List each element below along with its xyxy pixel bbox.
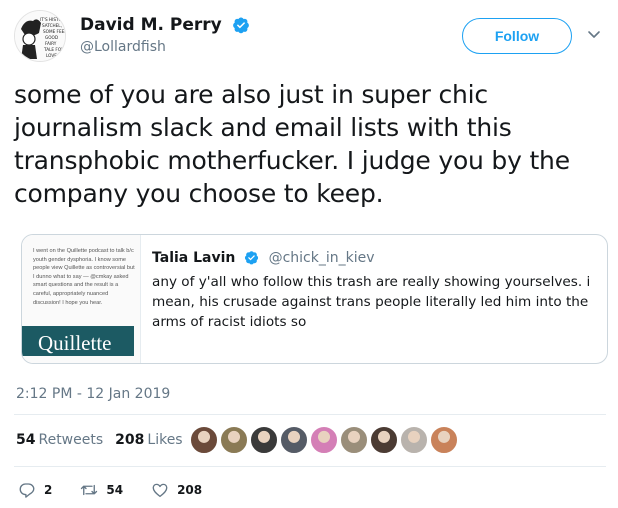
tweet-stats: 54 Retweets 208 Likes <box>16 426 195 454</box>
quoted-author-handle: @chick_in_kiev <box>268 249 375 266</box>
reply-icon[interactable] <box>18 481 36 499</box>
quoted-tweet-body: Talia Lavin @chick_in_kiev any of y'all … <box>152 247 592 332</box>
liker-avatar[interactable] <box>280 426 308 454</box>
retweets-stat[interactable]: 54 Retweets <box>16 432 103 448</box>
likes-count: 208 <box>115 432 145 448</box>
reply-count: 2 <box>44 483 53 497</box>
author-display-name[interactable]: David M. Perry <box>80 15 222 35</box>
media-caption-text: I went on the Quillette podcast to talk … <box>33 248 135 306</box>
retweet-action[interactable]: 54 <box>80 481 123 499</box>
author-handle[interactable]: @Lollardfish <box>80 39 250 55</box>
likes-stat[interactable]: 208 Likes <box>115 432 182 448</box>
retweets-count: 54 <box>16 432 36 448</box>
quoted-tweet-media[interactable]: I went on the Quillette podcast to talk … <box>22 235 141 363</box>
liker-avatar[interactable] <box>340 426 368 454</box>
liker-avatar[interactable] <box>400 426 428 454</box>
avatar-illustration: IT'S HISTORY SATCHEL, NOT SOME FEEL GOOD… <box>15 11 66 61</box>
svg-text:TALE FOR: TALE FOR <box>43 47 64 52</box>
liker-avatar[interactable] <box>190 426 218 454</box>
svg-text:SOME FEEL: SOME FEEL <box>43 29 66 34</box>
divider <box>14 414 606 415</box>
divider <box>14 466 606 467</box>
reply-action[interactable]: 2 <box>18 481 52 499</box>
liker-avatars <box>190 425 460 455</box>
like-count: 208 <box>177 483 203 497</box>
liker-avatar[interactable] <box>220 426 248 454</box>
retweets-label: Retweets <box>38 432 104 448</box>
svg-text:SATCHEL, NOT: SATCHEL, NOT <box>42 23 66 28</box>
author-avatar[interactable]: IT'S HISTORY SATCHEL, NOT SOME FEEL GOOD… <box>14 10 66 62</box>
tweet-timestamp[interactable]: 2:12 PM - 12 Jan 2019 <box>16 386 170 402</box>
quoted-tweet-text: any of y'all who follow this trash are r… <box>152 274 591 330</box>
quoted-author-name: Talia Lavin <box>152 249 236 266</box>
svg-text:GOOD: GOOD <box>45 35 58 40</box>
verified-badge-icon <box>232 16 249 33</box>
like-action[interactable]: 208 <box>151 481 202 499</box>
tweet-actions: 2 54 208 <box>18 481 230 499</box>
tweet-header: IT'S HISTORY SATCHEL, NOT SOME FEEL GOOD… <box>14 10 606 62</box>
quillette-logo: Quillette <box>22 326 134 356</box>
svg-text:LOVE: LOVE <box>46 53 57 58</box>
liker-avatar[interactable] <box>370 426 398 454</box>
retweet-count: 54 <box>106 483 124 497</box>
liker-avatar[interactable] <box>430 426 458 454</box>
svg-text:IT'S HISTORY: IT'S HISTORY <box>40 17 66 22</box>
quoted-tweet[interactable]: I went on the Quillette podcast to talk … <box>21 234 608 364</box>
chevron-down-icon[interactable] <box>586 26 602 42</box>
follow-button[interactable]: Follow <box>462 18 572 54</box>
tweet-text: some of you are also just in super chic … <box>14 80 570 208</box>
retweet-icon[interactable] <box>80 481 98 499</box>
heart-icon[interactable] <box>151 481 169 499</box>
likes-label: Likes <box>147 432 183 448</box>
liker-avatar[interactable] <box>310 426 338 454</box>
author-name-block[interactable]: David M. Perry @Lollardfish <box>80 14 250 55</box>
verified-badge-icon <box>245 251 259 265</box>
svg-text:FAIRY: FAIRY <box>45 41 57 46</box>
liker-avatar[interactable] <box>250 426 278 454</box>
